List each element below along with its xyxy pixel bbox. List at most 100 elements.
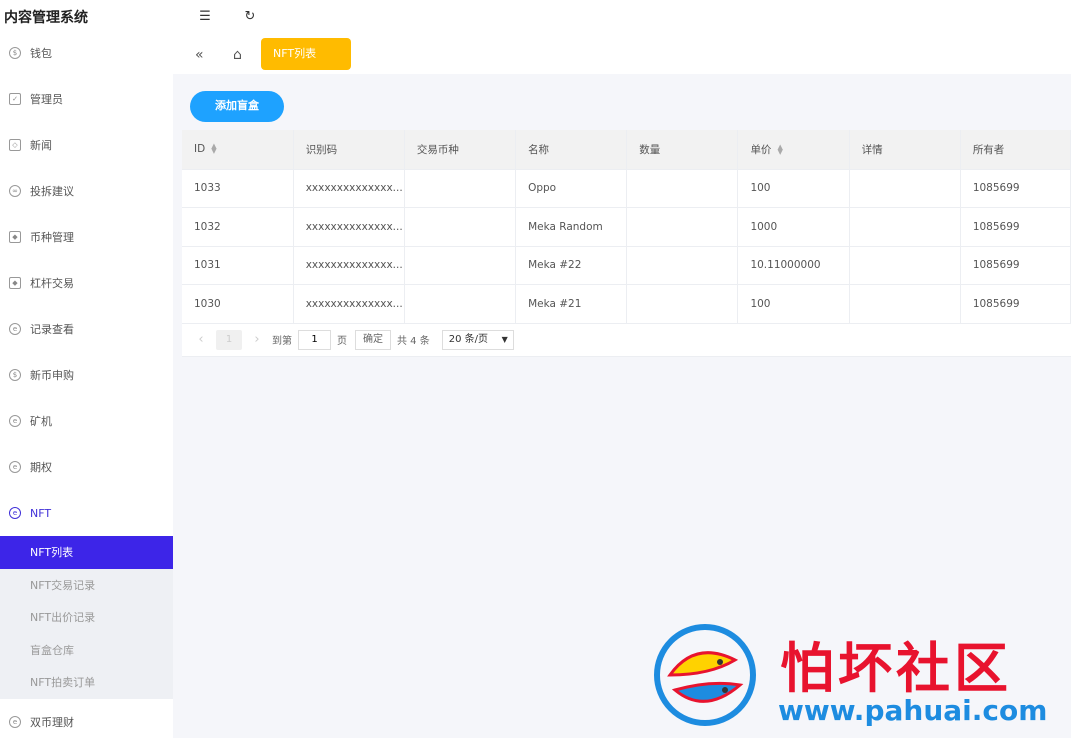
cell-name: Meka Random <box>515 207 628 247</box>
cell-currency <box>404 284 517 324</box>
total-count: 共 4 条 <box>397 336 430 347</box>
column-header-price[interactable]: 单价 ▲ ▼ <box>737 130 850 170</box>
page-number-input[interactable] <box>298 329 331 350</box>
table-row[interactable]: 1033 xxxxxxxxxxxxxx... Oppo 100 1085699 <box>182 169 1071 208</box>
next-page-icon[interactable]: › <box>248 332 266 347</box>
cell-code: xxxxxxxxxxxxxx... <box>293 207 405 247</box>
page-size-select[interactable]: 20 条/页 ▼ <box>441 329 514 350</box>
sidebar-item-label: 新币申购 <box>30 369 74 382</box>
sidebar-item-label: 记录查看 <box>30 323 74 336</box>
cell-details <box>849 284 961 324</box>
cell-price: 100 <box>737 169 850 208</box>
sidebar-item-label: 新闻 <box>30 139 52 152</box>
sidebar-item-admin[interactable]: ✓ 管理员 <box>0 76 173 122</box>
sidebar-item-label: 管理员 <box>30 93 63 106</box>
sidebar-item-suggestions[interactable]: ∞ 投拆建议 <box>0 168 173 214</box>
cell-owner: 1085699 <box>960 284 1071 324</box>
sidebar-item-currency[interactable]: ◆ 币种管理 <box>0 214 173 260</box>
circle-e-icon: e <box>9 715 21 728</box>
current-page[interactable]: 1 <box>216 329 242 350</box>
cell-quantity <box>626 169 739 208</box>
diamond-icon: ◆ <box>9 277 21 289</box>
cell-owner: 1085699 <box>960 207 1071 247</box>
cell-currency <box>404 246 517 285</box>
table-row[interactable]: 1031 xxxxxxxxxxxxxx... Meka #22 10.11000… <box>182 246 1071 285</box>
watermark-cn-text: 怕坏社区 <box>780 637 1012 700</box>
sidebar-item-miner[interactable]: e 矿机 <box>0 398 173 444</box>
dollar-icon: $ <box>9 369 21 381</box>
sidebar-item-label: NFT <box>30 506 52 520</box>
nft-submenu: NFT列表 NFT交易记录 NFT出价记录 盲盒仓库 NFT拍卖订单 <box>0 536 173 699</box>
sidebar-item-nft[interactable]: e NFT <box>0 490 173 536</box>
dollar-icon: $ <box>9 47 21 59</box>
sidebar-subitem-nft-trades[interactable]: NFT交易记录 <box>0 569 173 602</box>
sidebar-subitem-nft-auctions[interactable]: NFT拍卖订单 <box>0 666 173 699</box>
nft-table: ID ▲ ▼ 识别码 交易币种 名称 数量 单价 ▲ ▼ 详情 所有者 1033 xxx… <box>182 130 1071 357</box>
double-chevron-left-icon[interactable]: « <box>195 46 204 64</box>
circle-e-icon: e <box>9 461 21 473</box>
cell-id: 1033 <box>182 169 294 208</box>
column-header-currency: 交易币种 <box>404 130 517 170</box>
cell-id: 1030 <box>182 284 294 324</box>
table-row[interactable]: 1030 xxxxxxxxxxxxxx... Meka #21 100 1085… <box>182 284 1071 324</box>
cell-quantity <box>626 207 739 247</box>
sidebar-item-records[interactable]: e 记录查看 <box>0 306 173 352</box>
tab-nft-list[interactable]: NFT列表 <box>261 38 351 70</box>
tag-icon: ◇ <box>9 139 21 151</box>
cell-name: Meka #21 <box>515 284 628 324</box>
menu-collapse-icon[interactable]: ☰ <box>197 9 213 25</box>
circle-e-icon: e <box>9 323 21 335</box>
link-icon: ∞ <box>9 185 21 197</box>
cell-details <box>849 207 961 247</box>
prev-page-icon[interactable]: ‹ <box>192 332 210 347</box>
sidebar-item-label: 钱包 <box>30 47 52 60</box>
tab-bar: « ⌂ NFT列表 <box>173 36 1071 74</box>
cell-owner: 1085699 <box>960 246 1071 285</box>
table-row[interactable]: 1032 xxxxxxxxxxxxxx... Meka Random 1000 … <box>182 207 1071 247</box>
sidebar-item-options[interactable]: e 期权 <box>0 444 173 490</box>
goto-label: 到第 <box>272 336 292 347</box>
sort-icon[interactable]: ▲ ▼ <box>211 143 216 155</box>
sidebar-item-dual-finance[interactable]: e 双币理财 <box>0 699 173 738</box>
cell-name: Oppo <box>515 169 628 208</box>
cell-details <box>849 169 961 208</box>
column-header-id[interactable]: ID ▲ ▼ <box>182 130 294 170</box>
sort-icon[interactable]: ▲ ▼ <box>777 143 782 155</box>
watermark: 怕坏社区 www.pahuai.com <box>650 620 1071 738</box>
cell-currency <box>404 169 517 208</box>
pagination: ‹ 1 › 到第 页 确定 共 4 条 20 条/页 ▼ <box>182 324 1071 357</box>
column-header-owner: 所有者 <box>960 130 1071 170</box>
sidebar-subitem-nft-bids[interactable]: NFT出价记录 <box>0 601 173 634</box>
sidebar-item-leverage[interactable]: ◆ 杠杆交易 <box>0 260 173 306</box>
sidebar-item-label: 期权 <box>30 461 52 474</box>
column-header-details: 详情 <box>849 130 961 170</box>
cell-id: 1031 <box>182 246 294 285</box>
watermark-url-text: www.pahuai.com <box>778 694 1048 727</box>
sidebar-subitem-blindbox-store[interactable]: 盲盒仓库 <box>0 634 173 667</box>
cell-id: 1032 <box>182 207 294 247</box>
diamond-icon: ◆ <box>9 231 21 243</box>
column-header-name: 名称 <box>515 130 628 170</box>
home-icon[interactable]: ⌂ <box>233 46 242 64</box>
fish-logo-icon <box>654 624 756 726</box>
sidebar-menu: $ 钱包 ✓ 管理员 ◇ 新闻 ∞ 投拆建议 ◆ 币种管理 ◆ 杠杆交易 e 记录查看 $ 新币… <box>0 30 173 738</box>
cell-price: 100 <box>737 284 850 324</box>
sidebar-subitem-nft-list[interactable]: NFT列表 <box>0 536 173 569</box>
sidebar-item-new-coin[interactable]: $ 新币申购 <box>0 352 173 398</box>
cell-code: xxxxxxxxxxxxxx... <box>293 169 405 208</box>
sidebar-item-label: 双币理财 <box>30 715 74 729</box>
cell-code: xxxxxxxxxxxxxx... <box>293 284 405 324</box>
sidebar-item-label: 投拆建议 <box>30 185 74 198</box>
cell-name: Meka #22 <box>515 246 628 285</box>
cell-currency <box>404 207 517 247</box>
sidebar-item-wallet[interactable]: $ 钱包 <box>0 30 173 76</box>
cell-details <box>849 246 961 285</box>
page-unit-label: 页 <box>337 336 347 347</box>
table-header-row: ID ▲ ▼ 识别码 交易币种 名称 数量 单价 ▲ ▼ 详情 所有者 <box>182 130 1071 170</box>
sidebar-item-news[interactable]: ◇ 新闻 <box>0 122 173 168</box>
page-size-value: 20 条/页 <box>448 333 489 345</box>
confirm-page-button[interactable]: 确定 <box>355 329 391 350</box>
column-header-code: 识别码 <box>293 130 405 170</box>
add-blindbox-button[interactable]: 添加盲盒 <box>190 91 284 122</box>
refresh-icon[interactable]: ↻ <box>242 9 258 25</box>
